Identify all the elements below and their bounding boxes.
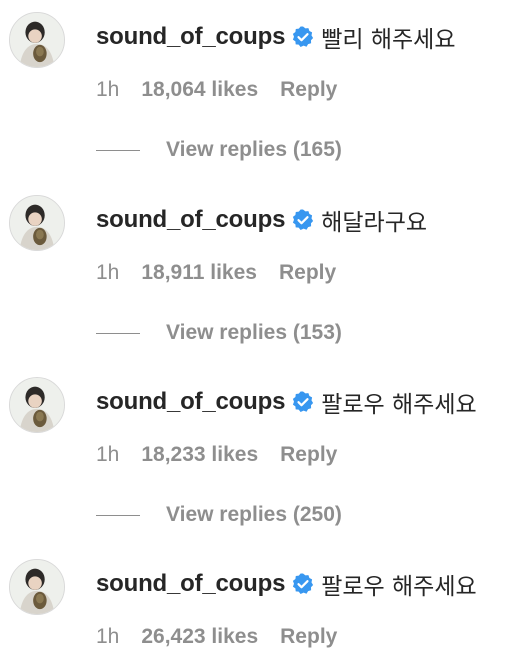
comment-header: sound_of_coups 빨리 해주세요	[96, 20, 456, 54]
comment-text: 해달라구요	[321, 210, 428, 236]
comment-meta: 1h 18,233 likes Reply	[96, 441, 337, 469]
likes-count[interactable]: 18,064 likes	[141, 78, 258, 102]
comment-text: 빨리 해주세요	[321, 27, 456, 53]
view-replies-button[interactable]: View replies (165)	[166, 138, 342, 162]
replies-divider	[96, 514, 140, 516]
avatar-image	[10, 196, 64, 250]
timestamp[interactable]: 1h	[96, 443, 119, 467]
username[interactable]: sound_of_coups	[96, 23, 285, 51]
avatar[interactable]	[9, 559, 65, 615]
comment-text: 팔로우 해주세요	[321, 574, 477, 600]
verified-badge-icon	[291, 25, 315, 49]
comment-header: sound_of_coups 팔로우 해주세요	[96, 385, 477, 419]
timestamp[interactable]: 1h	[96, 261, 119, 285]
reply-button[interactable]: Reply	[280, 625, 337, 649]
reply-button[interactable]: Reply	[279, 261, 336, 285]
avatar[interactable]	[9, 12, 65, 68]
likes-count[interactable]: 18,911 likes	[141, 261, 257, 285]
comment-list: sound_of_coups 빨리 해주세요 1h 18,064 likes R…	[0, 0, 522, 655]
avatar-image	[10, 13, 64, 67]
timestamp[interactable]: 1h	[96, 625, 119, 649]
view-replies-row[interactable]: View replies (153)	[96, 319, 342, 347]
comment-meta: 1h 18,911 likes Reply	[96, 259, 336, 287]
view-replies-button[interactable]: View replies (250)	[166, 503, 342, 527]
likes-count[interactable]: 26,423 likes	[141, 625, 258, 649]
verified-badge-icon	[291, 208, 315, 232]
avatar[interactable]	[9, 377, 65, 433]
replies-divider	[96, 149, 140, 151]
verified-badge-icon	[291, 390, 315, 414]
timestamp[interactable]: 1h	[96, 78, 119, 102]
username[interactable]: sound_of_coups	[96, 206, 285, 234]
avatar[interactable]	[9, 195, 65, 251]
comment-text: 팔로우 해주세요	[321, 392, 477, 418]
comment-header: sound_of_coups 해달라구요	[96, 203, 427, 237]
comment-meta: 1h 26,423 likes Reply	[96, 623, 337, 651]
avatar-image	[10, 378, 64, 432]
comment-meta: 1h 18,064 likes Reply	[96, 76, 337, 104]
comment-header: sound_of_coups 팔로우 해주세요	[96, 567, 477, 601]
reply-button[interactable]: Reply	[280, 443, 337, 467]
replies-divider	[96, 332, 140, 334]
username[interactable]: sound_of_coups	[96, 388, 285, 416]
verified-badge-icon	[291, 572, 315, 596]
likes-count[interactable]: 18,233 likes	[141, 443, 258, 467]
reply-button[interactable]: Reply	[280, 78, 337, 102]
username[interactable]: sound_of_coups	[96, 570, 285, 598]
view-replies-row[interactable]: View replies (250)	[96, 501, 342, 529]
view-replies-button[interactable]: View replies (153)	[166, 321, 342, 345]
view-replies-row[interactable]: View replies (165)	[96, 136, 342, 164]
avatar-image	[10, 560, 64, 614]
